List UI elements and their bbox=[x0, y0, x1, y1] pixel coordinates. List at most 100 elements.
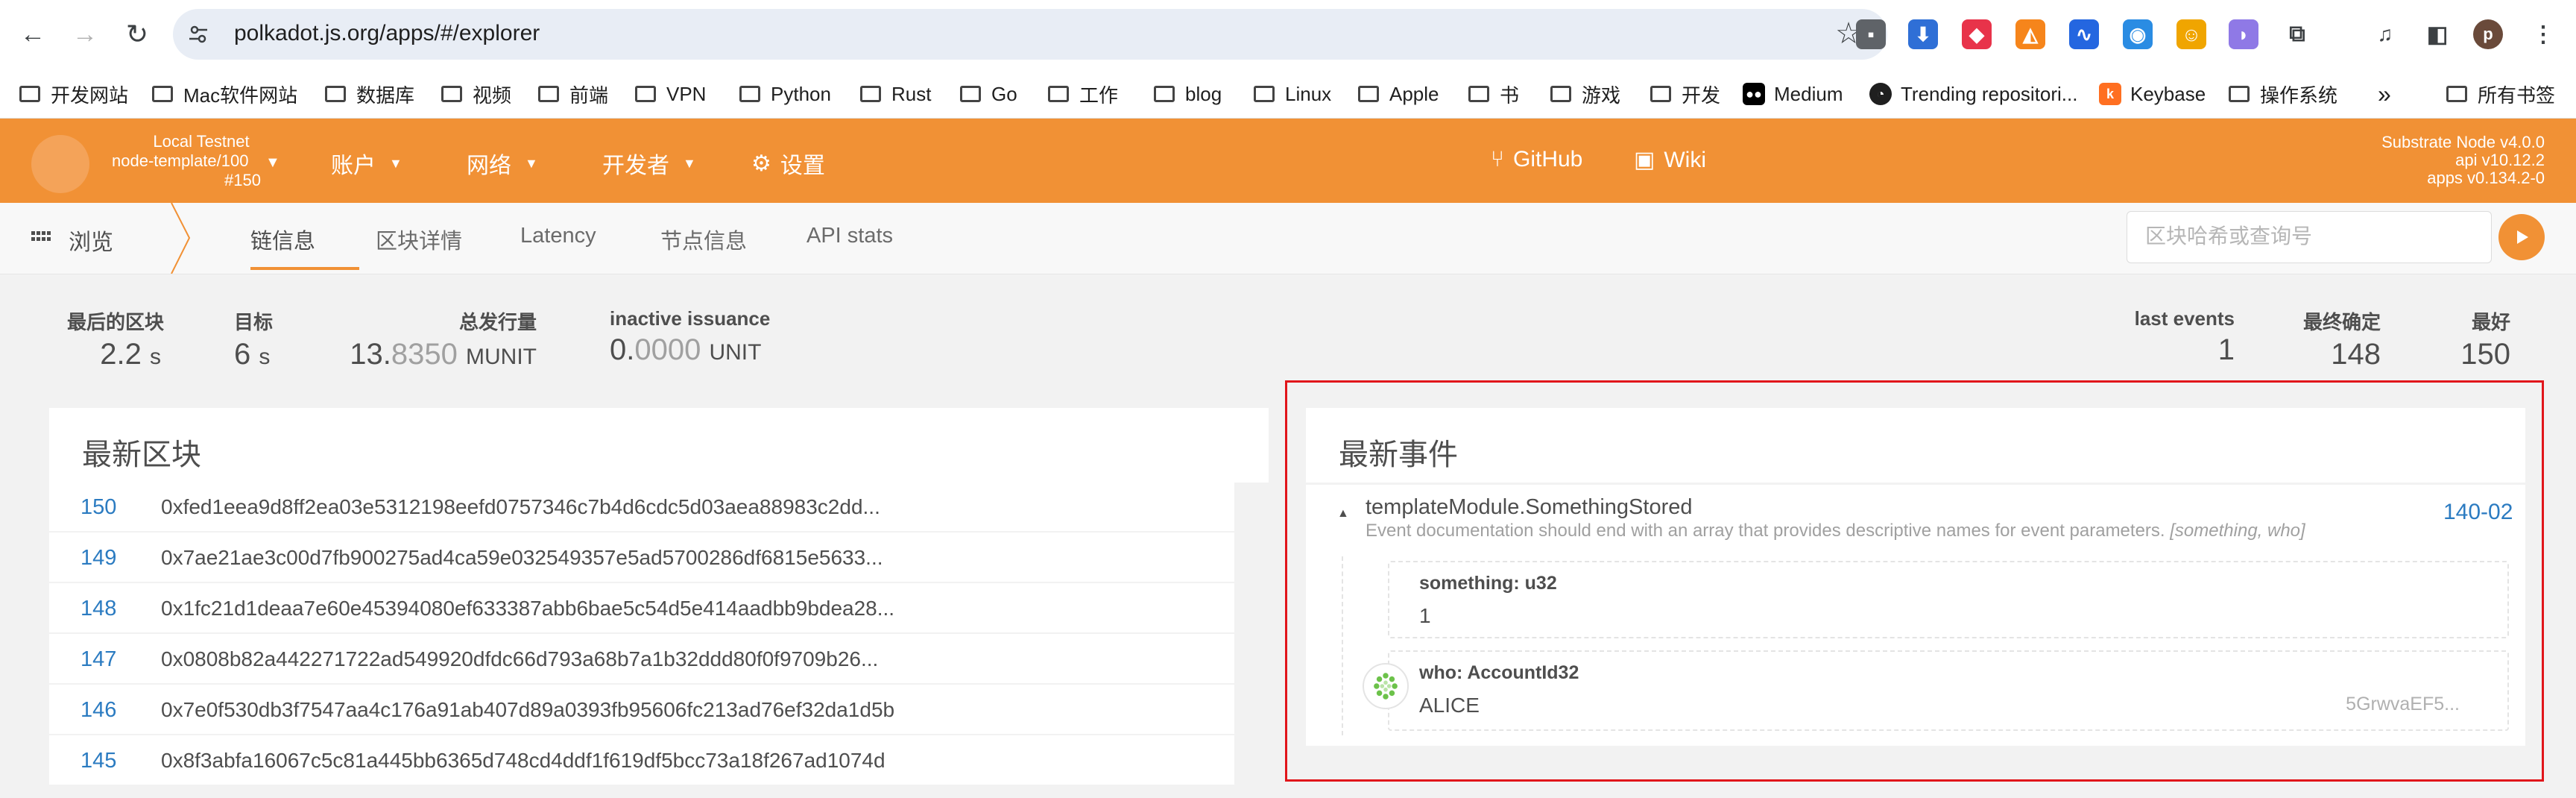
bookmark-folder[interactable]: Python bbox=[739, 81, 831, 107]
tab-node-info[interactable]: 节点信息 bbox=[660, 224, 747, 255]
bookmarks-bar: 开发网站 Mac软件网站 数据库 视频 前端 VPN Python Rust G… bbox=[0, 70, 2576, 119]
extension-icon-1[interactable]: ▪ bbox=[1856, 19, 1886, 49]
table-row: 149 0x7ae21ae3c00d7fb900275ad4ca59e03254… bbox=[49, 532, 1234, 582]
forward-icon[interactable]: → bbox=[69, 18, 101, 51]
back-icon[interactable]: ← bbox=[16, 18, 49, 51]
bookmark-folder[interactable]: 游戏 bbox=[1550, 81, 1620, 107]
extension-globe-icon[interactable]: ◉ bbox=[2123, 19, 2153, 49]
extension-ghost-icon[interactable]: ◗ bbox=[2229, 19, 2258, 49]
tab-chain-info[interactable]: 链信息 bbox=[250, 224, 315, 255]
active-tab-indicator bbox=[250, 267, 359, 270]
extension-pocket-icon[interactable]: ◆ bbox=[1962, 19, 1992, 49]
folder-icon bbox=[19, 86, 40, 102]
chain-name: Local Testnet bbox=[153, 132, 250, 151]
browser-toolbar: ← → ↻ polkadot.js.org/apps/#/explorer ☆ … bbox=[0, 0, 2576, 70]
stat-finalized: 最终确定 148 bbox=[2302, 311, 2381, 371]
extension-character-icon[interactable]: ☺ bbox=[2176, 19, 2206, 49]
bookmark-medium[interactable]: ●● Medium bbox=[1743, 81, 1843, 107]
block-hash: 0xfed1eea9d8ff2ea03e5312198eefd0757346c7… bbox=[161, 495, 880, 518]
browse-label[interactable]: 浏览 bbox=[69, 224, 113, 257]
menu-accounts[interactable]: 账户 ▼ bbox=[331, 147, 402, 180]
extension-wave-icon[interactable]: ∿ bbox=[2069, 19, 2099, 49]
block-number-link[interactable]: 145 bbox=[80, 749, 116, 773]
browser-menu-icon[interactable]: ⋮ bbox=[2528, 19, 2558, 49]
media-control-icon[interactable]: ♫ bbox=[2370, 19, 2400, 49]
address-bar[interactable]: polkadot.js.org/apps/#/explorer ☆ bbox=[173, 9, 1887, 60]
bookmark-folder[interactable]: 数据库 bbox=[325, 81, 414, 107]
folder-icon bbox=[1048, 86, 1069, 102]
tab-block-details[interactable]: 区块详情 bbox=[376, 224, 462, 255]
block-hash: 0x7ae21ae3c00d7fb900275ad4ca59e032549357… bbox=[161, 546, 883, 569]
chain-logo[interactable] bbox=[31, 135, 89, 193]
app-header: Local Testnet node-template/100 #150 ▼ 账… bbox=[0, 119, 2576, 203]
block-search-field[interactable] bbox=[2127, 211, 2492, 263]
metamask-icon[interactable]: ◭ bbox=[2015, 19, 2045, 49]
menu-wiki[interactable]: ▣ Wiki bbox=[1634, 147, 1706, 173]
bookmark-folder[interactable]: 开发 bbox=[1650, 81, 1720, 107]
extensions-puzzle-icon[interactable]: ⧉ bbox=[2282, 19, 2312, 49]
bookmark-keybase[interactable]: k Keybase bbox=[2099, 81, 2206, 107]
bookmark-folder[interactable]: Go bbox=[960, 81, 1017, 107]
block-search-input[interactable] bbox=[2127, 212, 2473, 261]
bookmark-folder[interactable]: Mac软件网站 bbox=[152, 81, 297, 107]
table-row: 148 0x1fc21d1deaa7e60e45394080ef633387ab… bbox=[49, 583, 1234, 632]
grid-icon[interactable] bbox=[30, 227, 52, 249]
bookmark-folder[interactable]: 开发网站 bbox=[19, 81, 128, 107]
all-bookmarks[interactable]: 所有书签 bbox=[2446, 81, 2555, 107]
stat-best: 最好 150 bbox=[2460, 311, 2510, 371]
table-row: 145 0x8f3abfa16067c5c81a445bb6365d748cd4… bbox=[49, 735, 1234, 785]
keybase-icon: k bbox=[2099, 83, 2121, 105]
block-number-link[interactable]: 150 bbox=[80, 495, 116, 520]
url-text[interactable]: polkadot.js.org/apps/#/explorer bbox=[234, 21, 540, 46]
table-row: 150 0xfed1eea9d8ff2ea03e5312198eefd07573… bbox=[49, 482, 1234, 531]
bookmark-github-trending[interactable]: ◔ Trending repositori... bbox=[1869, 81, 2077, 107]
medium-icon: ●● bbox=[1743, 83, 1765, 105]
menu-developer[interactable]: 开发者 ▼ bbox=[602, 147, 696, 180]
profile-avatar[interactable]: p bbox=[2473, 19, 2503, 49]
extension-download-icon[interactable]: ⬇ bbox=[1908, 19, 1938, 49]
tab-api-stats[interactable]: API stats bbox=[806, 224, 893, 248]
more-bookmarks-icon[interactable]: » bbox=[2378, 81, 2391, 107]
bookmark-folder[interactable]: VPN bbox=[635, 81, 706, 107]
folder-icon bbox=[538, 86, 559, 102]
stat-total-issuance: 总发行量 13.8350 MUNIT bbox=[350, 311, 537, 371]
menu-github[interactable]: ⑂ GitHub bbox=[1491, 147, 1582, 172]
folder-icon bbox=[152, 86, 173, 102]
recent-blocks-header: 最新区块 bbox=[49, 408, 1269, 483]
bookmark-folder[interactable]: 操作系统 bbox=[2229, 81, 2337, 107]
folder-icon bbox=[960, 86, 981, 102]
bookmark-folder[interactable]: Apple bbox=[1358, 81, 1439, 107]
highlight-box bbox=[1285, 380, 2544, 782]
reload-icon[interactable]: ↻ bbox=[121, 18, 154, 51]
block-number-link[interactable]: 149 bbox=[80, 546, 116, 571]
chevron-down-icon[interactable]: ▼ bbox=[265, 154, 280, 172]
stat-inactive-issuance: inactive issuance 0.0000 UNIT bbox=[610, 307, 771, 366]
menu-network[interactable]: 网络 ▼ bbox=[467, 147, 538, 180]
menu-settings[interactable]: ⚙ 设置 bbox=[751, 147, 825, 180]
github-icon: ◔ bbox=[1869, 83, 1892, 105]
block-number-link[interactable]: 147 bbox=[80, 647, 116, 672]
bookmark-folder[interactable]: 书 bbox=[1468, 81, 1519, 107]
bookmark-folder[interactable]: 前端 bbox=[538, 81, 608, 107]
bookmark-folder[interactable]: 工作 bbox=[1048, 81, 1118, 107]
tab-latency[interactable]: Latency bbox=[520, 224, 596, 248]
folder-icon bbox=[1154, 86, 1175, 102]
folder-icon bbox=[635, 86, 656, 102]
side-panel-icon[interactable]: ◧ bbox=[2422, 19, 2452, 49]
chain-selector[interactable]: Local Testnet node-template/100 #150 bbox=[104, 132, 283, 190]
chevron-down-icon: ▼ bbox=[525, 155, 538, 171]
bookmark-folder[interactable]: blog bbox=[1154, 81, 1222, 107]
stat-last-events: last events 1 bbox=[2134, 307, 2235, 366]
bookmark-folder[interactable]: 视频 bbox=[441, 81, 511, 107]
block-number-link[interactable]: 148 bbox=[80, 597, 116, 621]
folder-icon bbox=[1550, 86, 1571, 102]
bookmark-folder[interactable]: Linux bbox=[1254, 81, 1331, 107]
search-go-button[interactable] bbox=[2498, 214, 2545, 260]
block-number-link[interactable]: 146 bbox=[80, 698, 116, 723]
breadcrumb-divider bbox=[171, 203, 191, 274]
bookmark-folder[interactable]: Rust bbox=[860, 81, 931, 107]
recent-blocks-title: 最新区块 bbox=[82, 439, 201, 471]
folder-icon bbox=[2229, 86, 2250, 102]
version-info: Substrate Node v4.0.0 api v10.12.2 apps … bbox=[2381, 133, 2545, 187]
site-settings-icon[interactable] bbox=[188, 24, 209, 45]
